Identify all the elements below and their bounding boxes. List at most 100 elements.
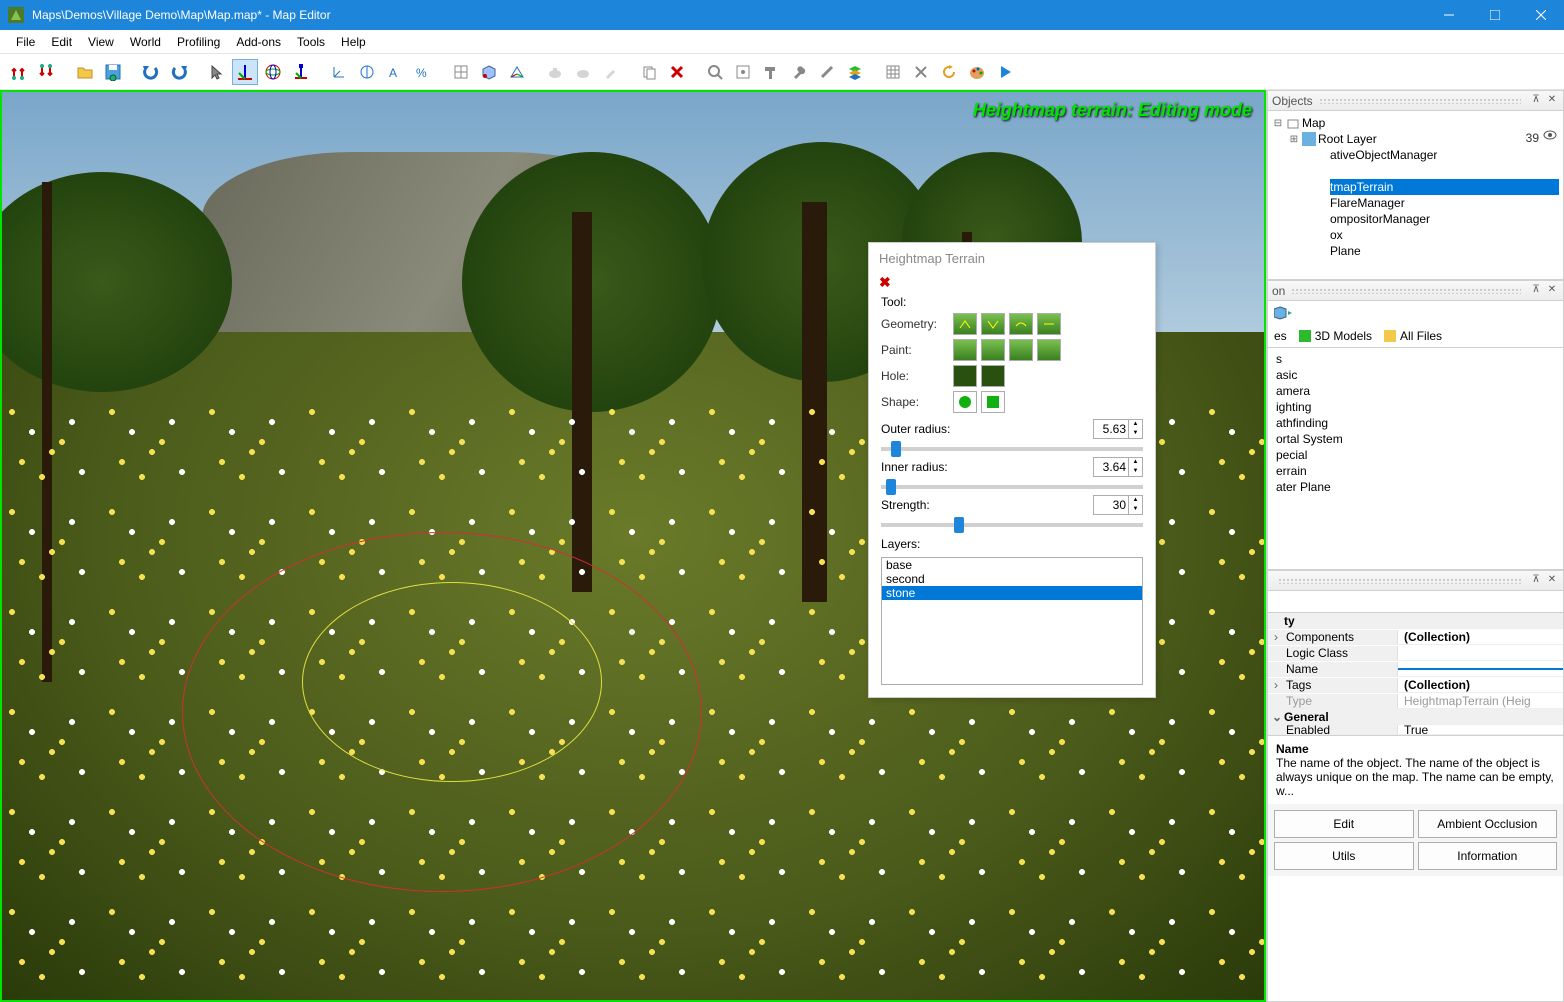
screwdriver-icon[interactable] [814,59,840,85]
geometry-flatten-button[interactable] [1037,313,1061,335]
inner-radius-input[interactable] [1094,458,1128,476]
prop-group-general[interactable]: General [1284,710,1329,724]
terrain-panel-close-icon[interactable]: ✖ [869,274,1155,295]
text-tool-icon[interactable]: A [382,59,408,85]
tree-node-5[interactable]: ox [1330,227,1559,243]
hammer-icon[interactable] [758,59,784,85]
teapot-icon[interactable] [542,59,568,85]
cc-item-6[interactable]: pecial [1276,448,1555,464]
axis-tool-2-icon[interactable] [354,59,380,85]
copy-icon[interactable] [636,59,662,85]
close-button[interactable] [1518,0,1564,30]
tool-red-arrows-1-icon[interactable] [6,59,32,85]
paint-1-button[interactable] [953,339,977,361]
layer-item-stone[interactable]: stone [882,586,1142,600]
edit-button[interactable]: Edit [1274,810,1414,838]
tree-node-4[interactable]: ompositorManager [1330,211,1559,227]
tree-node-root-layer[interactable]: Root Layer [1318,132,1377,146]
paint-3-button[interactable] [1009,339,1033,361]
tab-types[interactable]: es [1274,329,1287,343]
tree-node-6[interactable]: Plane [1330,243,1559,259]
delete-icon[interactable] [664,59,690,85]
cc-item-0[interactable]: s [1276,352,1555,368]
tool-red-arrows-2-icon[interactable] [34,59,60,85]
wrench-icon[interactable] [786,59,812,85]
strength-input[interactable] [1094,496,1128,514]
refresh-icon[interactable] [936,59,962,85]
menu-tools[interactable]: Tools [289,32,333,52]
prop-components-name[interactable]: Components [1286,630,1354,644]
shape-circle-button[interactable] [953,391,977,413]
snap-cube-icon[interactable] [476,59,502,85]
strength-slider[interactable] [881,523,1143,527]
maximize-button[interactable] [1472,0,1518,30]
save-icon[interactable] [100,59,126,85]
layer-item-second[interactable]: second [882,572,1142,586]
menu-edit[interactable]: Edit [43,32,80,52]
prop-enabled-value[interactable]: True [1398,725,1563,735]
redo-icon[interactable] [166,59,192,85]
inner-radius-spinner[interactable]: ▲▼ [1093,457,1143,477]
magnify-icon[interactable] [702,59,728,85]
axis-tool-1-icon[interactable] [326,59,352,85]
strength-spinner[interactable]: ▲▼ [1093,495,1143,515]
utils-button[interactable]: Utils [1274,842,1414,870]
hole-remove-button[interactable] [981,365,1005,387]
tree-node-3[interactable]: FlareManager [1330,195,1559,211]
tree-node-1[interactable] [1330,163,1559,179]
menu-profiling[interactable]: Profiling [169,32,228,52]
inner-radius-slider[interactable] [881,485,1143,489]
information-button[interactable]: Information [1418,842,1558,870]
play-icon[interactable] [992,59,1018,85]
prop-components-value[interactable]: (Collection) [1398,630,1563,644]
menu-help[interactable]: Help [333,32,374,52]
tab-3d-models[interactable]: 3D Models [1299,329,1372,343]
close-panel-icon[interactable]: ✕ [1545,574,1559,588]
undo-icon[interactable] [138,59,164,85]
tab-all-files[interactable]: All Files [1384,329,1442,343]
visibility-eye-icon[interactable] [1543,130,1557,140]
snap-grid-icon[interactable] [448,59,474,85]
outer-radius-slider[interactable] [881,447,1143,451]
cc-item-1[interactable]: asic [1276,368,1555,384]
move-gizmo-icon[interactable] [232,59,258,85]
cc-item-8[interactable]: ater Plane [1276,480,1555,496]
close-panel-icon[interactable]: ✕ [1545,284,1559,298]
cube-select-icon[interactable] [1274,305,1294,321]
menu-addons[interactable]: Add-ons [228,32,289,52]
layers-icon[interactable] [842,59,868,85]
prop-logicclass-name[interactable]: Logic Class [1268,646,1398,660]
focus-icon[interactable] [730,59,756,85]
cc-item-2[interactable]: amera [1276,384,1555,400]
prop-tags-value[interactable]: (Collection) [1398,678,1563,692]
paint-4-button[interactable] [1037,339,1061,361]
menu-view[interactable]: View [80,32,122,52]
prop-name-name[interactable]: Name [1268,662,1398,676]
cc-item-7[interactable]: errain [1276,464,1555,480]
cc-item-3[interactable]: ighting [1276,400,1555,416]
palette-icon[interactable] [964,59,990,85]
ambient-occlusion-button[interactable]: Ambient Occlusion [1418,810,1558,838]
paint-2-button[interactable] [981,339,1005,361]
scale-gizmo-icon[interactable] [288,59,314,85]
grid-icon[interactable] [880,59,906,85]
outer-radius-spinner[interactable]: ▲▼ [1093,419,1143,439]
teapot2-icon[interactable] [570,59,596,85]
outer-radius-input[interactable] [1094,420,1128,438]
tree-node-0[interactable]: ativeObjectManager [1330,147,1559,163]
geometry-smooth-button[interactable] [1009,313,1033,335]
layer-item-base[interactable]: base [882,558,1142,572]
pin-icon[interactable]: ⊼ [1529,284,1543,298]
percent-tool-icon[interactable]: % [410,59,436,85]
geometry-lower-button[interactable] [981,313,1005,335]
prop-name-value[interactable] [1398,668,1563,670]
objects-tree[interactable]: ⊟Map ⊞Root Layer 39 ativeObjectManager t… [1268,111,1563,263]
tree-node-map[interactable]: Map [1302,116,1325,130]
shape-square-button[interactable] [981,391,1005,413]
prop-tags-name[interactable]: Tags [1286,678,1311,692]
rotate-gizmo-icon[interactable] [260,59,286,85]
brush-icon[interactable] [598,59,624,85]
minimize-button[interactable] [1426,0,1472,30]
prop-enabled-name[interactable]: Enabled [1268,725,1398,735]
viewport[interactable]: Heightmap terrain: Editing mode Heightma… [0,90,1266,1002]
